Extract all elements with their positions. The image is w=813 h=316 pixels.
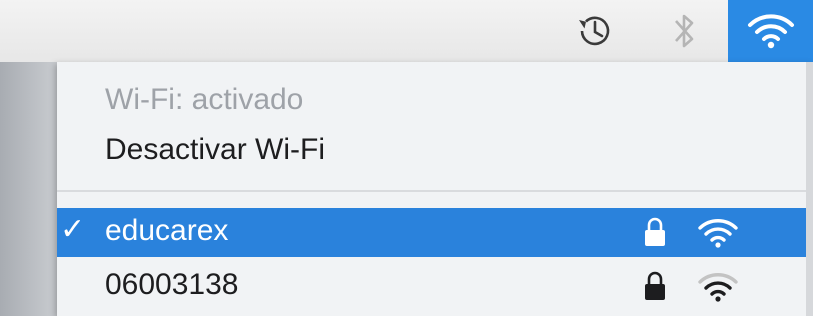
menu-right-edge (806, 62, 813, 316)
wifi-dropdown-menu: Wi-Fi: activado Desactivar Wi-Fi ✓ educa… (57, 62, 813, 316)
lock-icon (645, 217, 665, 246)
turn-off-wifi-menu-item[interactable]: Desactivar Wi-Fi (57, 132, 813, 172)
time-machine-menu-item[interactable] (560, 0, 630, 62)
menu-separator (57, 190, 813, 192)
desktop-background (0, 62, 57, 316)
turn-off-wifi-label: Desactivar Wi-Fi (105, 133, 326, 166)
wifi-signal-full-icon (698, 219, 738, 248)
checkmark-icon: ✓ (60, 213, 86, 246)
wifi-signal-partial-icon (698, 273, 738, 302)
network-name: 06003138 (105, 268, 239, 301)
network-item-06003138[interactable]: 06003138 (57, 262, 813, 311)
wifi-icon (747, 14, 794, 49)
wifi-menu-item[interactable] (728, 0, 813, 62)
bluetooth-icon (675, 14, 694, 48)
time-machine-icon (579, 16, 610, 46)
bluetooth-menu-item[interactable] (655, 0, 715, 62)
network-name: educarex (105, 214, 229, 247)
lock-icon (645, 271, 665, 300)
screen: Wi-Fi: activado Desactivar Wi-Fi ✓ educa… (0, 0, 813, 316)
wifi-status-label: Wi-Fi: activado (57, 82, 813, 118)
network-item-educarex[interactable]: ✓ educarex (57, 208, 813, 257)
wifi-status-text: Wi-Fi: activado (105, 83, 304, 116)
menu-bar (0, 0, 813, 63)
